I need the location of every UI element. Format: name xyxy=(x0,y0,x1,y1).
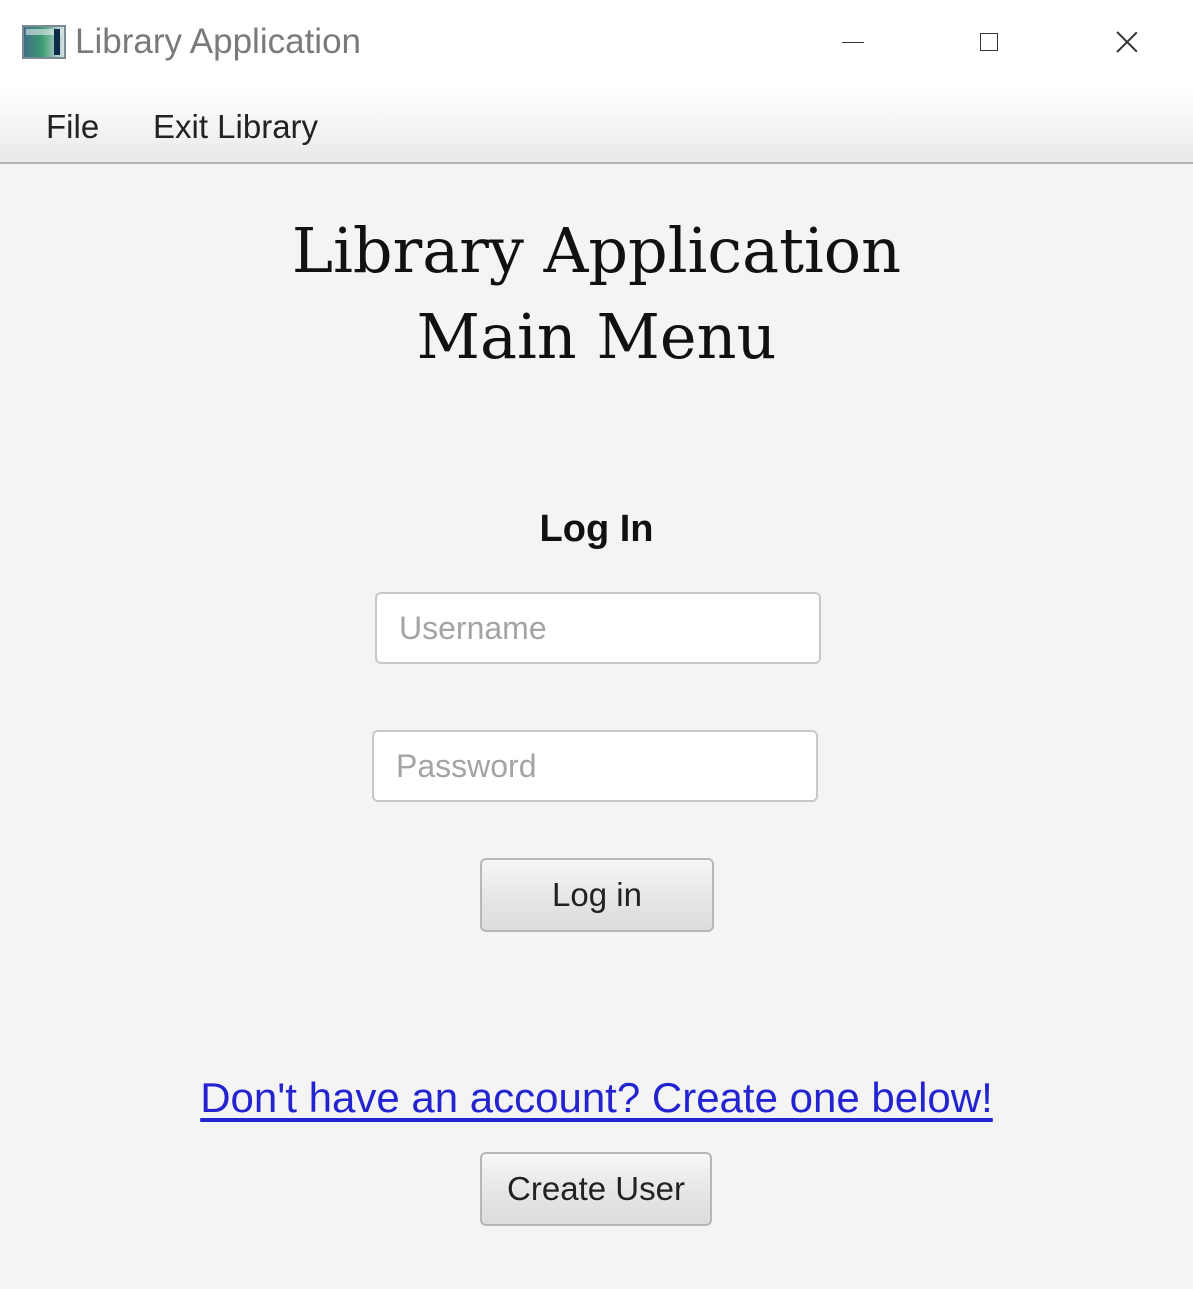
login-button[interactable]: Log in xyxy=(480,858,714,932)
menu-file[interactable]: File xyxy=(46,108,99,146)
create-account-link[interactable]: Don't have an account? Create one below! xyxy=(0,1074,1193,1122)
page-title-line-2: Main Menu xyxy=(416,300,777,373)
app-icon xyxy=(22,25,66,59)
menu-exit-library[interactable]: Exit Library xyxy=(153,108,318,146)
menu-bar: File Exit Library xyxy=(0,90,1193,164)
title-bar: Library Application xyxy=(0,0,1193,90)
maximize-icon xyxy=(980,33,998,51)
window-title: Library Application xyxy=(75,22,361,61)
close-icon xyxy=(1115,30,1139,54)
page-title: Library Application Main Menu xyxy=(0,208,1193,380)
login-heading: Log In xyxy=(539,508,654,550)
username-input[interactable] xyxy=(375,592,821,664)
password-input[interactable] xyxy=(372,730,818,802)
maximize-button[interactable] xyxy=(964,18,1014,66)
application-window: Library Application File Exit Library Li… xyxy=(0,0,1193,1289)
close-button[interactable] xyxy=(1102,18,1152,66)
page-title-line-1: Library Application xyxy=(291,214,902,287)
minimize-icon xyxy=(842,41,864,43)
minimize-button[interactable] xyxy=(828,18,878,66)
create-user-button[interactable]: Create User xyxy=(480,1152,712,1226)
